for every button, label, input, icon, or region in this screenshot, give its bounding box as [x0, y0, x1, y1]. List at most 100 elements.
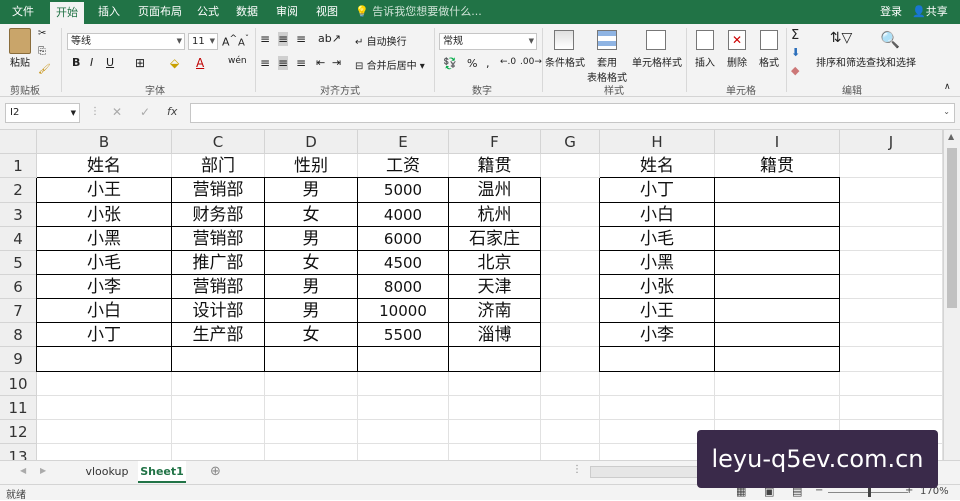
- row-header-2[interactable]: 2: [0, 178, 37, 203]
- bold-icon[interactable]: B: [72, 56, 80, 69]
- italic-icon[interactable]: I: [90, 56, 93, 69]
- align-right-icon[interactable]: ≡: [296, 56, 306, 70]
- cell[interactable]: 女: [265, 323, 358, 347]
- cell[interactable]: [265, 372, 358, 396]
- cell[interactable]: 籍贯: [715, 154, 840, 178]
- font-size-select[interactable]: 11 ▼: [188, 33, 218, 50]
- find-select-button[interactable]: 🔍 查找和选择: [866, 30, 916, 69]
- phonetic-icon[interactable]: wén: [228, 56, 247, 66]
- column-header-f[interactable]: F: [449, 130, 541, 154]
- merge-center-button[interactable]: ⊟ 合并后居中 ▾: [355, 57, 425, 72]
- vertical-scrollbar[interactable]: ▲: [943, 130, 960, 460]
- fill-icon[interactable]: ⬇: [791, 46, 800, 59]
- tab-formulas[interactable]: 公式: [197, 0, 219, 24]
- cell[interactable]: [37, 444, 172, 460]
- underline-icon[interactable]: U: [106, 56, 114, 69]
- font-color-icon[interactable]: A: [196, 56, 204, 70]
- format-cells-button[interactable]: 格式: [756, 30, 782, 69]
- cell[interactable]: 设计部: [172, 299, 265, 323]
- border-icon[interactable]: ⊞: [135, 56, 145, 70]
- scrollbar-thumb[interactable]: [947, 148, 957, 308]
- cell[interactable]: 5000: [358, 178, 449, 203]
- share-button[interactable]: 👤共享: [912, 0, 948, 24]
- cell[interactable]: [449, 444, 541, 460]
- cell[interactable]: 小丁: [37, 323, 172, 347]
- cancel-icon[interactable]: ✕: [112, 105, 122, 119]
- cell[interactable]: 小黑: [600, 251, 715, 275]
- cell[interactable]: 小毛: [600, 227, 715, 251]
- cell[interactable]: [840, 178, 943, 203]
- cell[interactable]: 10000: [358, 299, 449, 323]
- cell[interactable]: [541, 203, 600, 227]
- align-top-icon[interactable]: ≡: [260, 32, 270, 46]
- cell[interactable]: 小张: [37, 203, 172, 227]
- column-header-d[interactable]: D: [265, 130, 358, 154]
- cell[interactable]: [541, 154, 600, 178]
- cell[interactable]: [449, 372, 541, 396]
- cell[interactable]: 6000: [358, 227, 449, 251]
- cell[interactable]: [840, 372, 943, 396]
- cell[interactable]: 小毛: [37, 251, 172, 275]
- add-sheet-icon[interactable]: ⊕: [210, 464, 221, 479]
- increase-font-icon[interactable]: A^: [222, 33, 237, 49]
- row-header-4[interactable]: 4: [0, 227, 37, 251]
- row-header-13[interactable]: 13: [0, 444, 37, 460]
- cell[interactable]: 杭州: [449, 203, 541, 227]
- enter-icon[interactable]: ✓: [140, 105, 150, 119]
- column-header-i[interactable]: I: [715, 130, 840, 154]
- scroll-up-icon[interactable]: ▲: [948, 132, 954, 141]
- select-all-corner[interactable]: [0, 130, 37, 154]
- tab-view[interactable]: 视图: [316, 0, 338, 24]
- cell[interactable]: 4000: [358, 203, 449, 227]
- cell[interactable]: [715, 372, 840, 396]
- tab-review[interactable]: 审阅: [276, 0, 298, 24]
- cell[interactable]: [172, 347, 265, 372]
- cell[interactable]: [840, 299, 943, 323]
- cell[interactable]: [449, 396, 541, 420]
- cell[interactable]: [600, 372, 715, 396]
- clear-icon[interactable]: ◆: [791, 64, 799, 77]
- cell[interactable]: 籍贯: [449, 154, 541, 178]
- increase-decimal-icon[interactable]: ←.0: [500, 57, 516, 67]
- prev-sheet-icon[interactable]: ◀: [20, 466, 26, 475]
- row-header-11[interactable]: 11: [0, 396, 37, 420]
- cell[interactable]: [37, 396, 172, 420]
- cell[interactable]: 女: [265, 203, 358, 227]
- cell[interactable]: [715, 251, 840, 275]
- cell[interactable]: [840, 275, 943, 299]
- increase-indent-icon[interactable]: ⇥: [332, 56, 341, 69]
- cell[interactable]: [715, 275, 840, 299]
- cell[interactable]: 男: [265, 227, 358, 251]
- insert-function-icon[interactable]: fx: [167, 105, 177, 118]
- cell[interactable]: [541, 178, 600, 203]
- font-name-select[interactable]: 等线 ▼: [67, 33, 185, 50]
- row-header-9[interactable]: 9: [0, 347, 37, 372]
- row-header-8[interactable]: 8: [0, 323, 37, 347]
- row-header-7[interactable]: 7: [0, 299, 37, 323]
- cell[interactable]: [358, 396, 449, 420]
- cell[interactable]: [715, 178, 840, 203]
- cell[interactable]: 部门: [172, 154, 265, 178]
- cell[interactable]: 女: [265, 251, 358, 275]
- cell[interactable]: 4500: [358, 251, 449, 275]
- cell[interactable]: [541, 227, 600, 251]
- cell[interactable]: [715, 323, 840, 347]
- cell[interactable]: [840, 154, 943, 178]
- cell[interactable]: [449, 420, 541, 444]
- decrease-font-icon[interactable]: Aˇ: [238, 33, 249, 48]
- sheet-tab-vlookup[interactable]: vlookup: [78, 461, 136, 483]
- row-header-12[interactable]: 12: [0, 420, 37, 444]
- cell[interactable]: [172, 372, 265, 396]
- tab-page-layout[interactable]: 页面布局: [138, 0, 182, 24]
- name-box[interactable]: I2 ▼: [5, 103, 80, 123]
- cell[interactable]: [600, 347, 715, 372]
- cell[interactable]: [265, 444, 358, 460]
- comma-style-icon[interactable]: ,: [486, 57, 490, 70]
- align-center-icon[interactable]: ≡: [278, 56, 289, 70]
- cell[interactable]: 天津: [449, 275, 541, 299]
- tab-data[interactable]: 数据: [236, 0, 258, 24]
- collapse-ribbon-icon[interactable]: ∧: [944, 82, 951, 92]
- cell[interactable]: [715, 347, 840, 372]
- next-sheet-icon[interactable]: ▶: [40, 466, 46, 475]
- cell[interactable]: 8000: [358, 275, 449, 299]
